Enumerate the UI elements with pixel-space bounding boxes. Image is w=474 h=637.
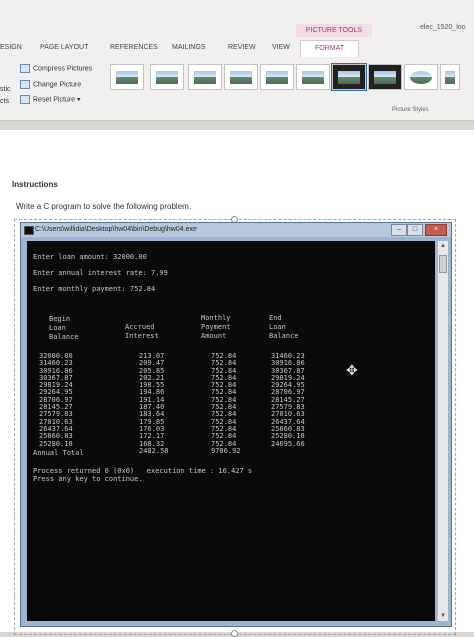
resize-handle[interactable]: [231, 630, 238, 637]
compress-icon: [20, 64, 30, 73]
ribbon-tabs: ESIGN PAGE LAYOUT REFERENCES MAILINGS RE…: [0, 40, 474, 57]
table-cell: 25280.18: [39, 439, 73, 448]
gallery-scroll[interactable]: [440, 64, 460, 90]
annual-total-payment: 9786.92: [211, 447, 241, 455]
end-balance-column: 31460.23 30916.86 30367.87 29819.24 29264.95…: [271, 352, 305, 448]
picture-style-thumbnail[interactable]: [188, 64, 222, 90]
maximize-button[interactable]: □: [407, 224, 423, 236]
header-end-balance: End Loan Balance: [269, 314, 299, 340]
picture-style-thumbnail[interactable]: [296, 64, 330, 90]
picture-styles-label: Picture Styles: [392, 107, 429, 113]
change-picture-label: Change Picture: [33, 81, 82, 89]
reset-picture-button[interactable]: Reset Picture ▾: [20, 95, 81, 104]
picture-style-thumbnail[interactable]: [404, 64, 438, 90]
minimize-button[interactable]: –: [391, 224, 407, 236]
instructions-heading: Instructions: [12, 180, 58, 189]
prompt-monthly-payment: Enter monthly payment: 752.84: [33, 285, 156, 293]
console-scrollbar[interactable]: ▲ ▼: [437, 241, 448, 621]
console-title: C:\Users\willidia\Desktop\hw04\bin\Debug…: [35, 226, 197, 233]
close-button[interactable]: ×: [425, 224, 447, 236]
task-text: Write a C program to solve the following…: [16, 202, 192, 211]
compress-pictures-label: Compress Pictures: [33, 65, 93, 73]
picture-styles-gallery: [106, 63, 462, 96]
change-picture-icon: [20, 80, 30, 89]
header-accrued-interest: Accrued Interest: [125, 323, 159, 340]
scroll-up-icon[interactable]: ▲: [438, 241, 448, 251]
console-app-icon: [24, 226, 34, 235]
header-monthly-payment: Monthly Payment Amount: [201, 314, 231, 340]
console-titlebar: C:\Users\willidia\Desktop\hw04\bin\Debug…: [21, 223, 451, 237]
annual-total-label: Annual Total: [33, 449, 84, 457]
console-output: Enter loan amount: 32000.00 Enter annual…: [27, 241, 435, 621]
picture-style-thumbnail[interactable]: [368, 64, 402, 90]
picture-style-thumbnail[interactable]: [110, 64, 144, 90]
console-window: C:\Users\willidia\Desktop\hw04\bin\Debug…: [20, 222, 452, 627]
mouse-cursor-icon: ✥: [346, 362, 358, 378]
document-page: Instructions Write a C program to solve …: [0, 130, 474, 637]
reset-picture-icon: [20, 95, 30, 104]
picture-style-thumbnail[interactable]: [260, 64, 294, 90]
tab-view[interactable]: VIEW: [272, 40, 290, 56]
tab-page-layout[interactable]: PAGE LAYOUT: [40, 40, 88, 56]
picture-style-thumbnail[interactable]: [150, 64, 184, 90]
tab-references[interactable]: REFERENCES: [110, 40, 158, 56]
picture-style-thumbnail[interactable]: [224, 64, 258, 90]
adjust-group: stic cts Compress Pictures Change Pictur…: [0, 60, 105, 112]
header-begin-balance: Begin Loan Balance: [49, 315, 79, 341]
annual-total-interest: 2482.58: [139, 447, 169, 455]
ribbon: PICTURE TOOLS elec_1520_loo ESIGN PAGE L…: [0, 0, 474, 121]
picture-style-thumbnail[interactable]: [331, 63, 367, 91]
reset-picture-label: Reset Picture: [33, 96, 76, 104]
change-picture-button[interactable]: Change Picture: [20, 80, 81, 89]
accrued-interest-column: 213.07 209.47 205.85 202.21 198.55 194.86 191.…: [139, 352, 164, 448]
compress-pictures-button[interactable]: Compress Pictures: [20, 64, 92, 73]
tab-review[interactable]: REVIEW: [228, 40, 256, 56]
picture-tools-label: PICTURE TOOLS: [296, 24, 372, 37]
scroll-down-icon[interactable]: ▼: [438, 611, 448, 621]
cut-off-label: cts: [0, 98, 9, 105]
document-title: elec_1520_loo: [420, 24, 466, 31]
monthly-payment-column: 752.84 752.84 752.84 752.84 752.84 752.84 752.…: [211, 352, 236, 448]
chevron-down-icon: ▾: [75, 96, 81, 104]
begin-balance-column: 32000.00 31460.23 30916.86 30367.87 29819.24…: [39, 352, 73, 448]
prompt-interest-rate: Enter annual interest rate: 7.99: [33, 269, 168, 277]
tab-mailings[interactable]: MAILINGS: [172, 40, 205, 56]
cut-off-label: stic: [0, 86, 11, 93]
scrollbar-thumb[interactable]: [439, 255, 447, 273]
prompt-loan-amount: Enter loan amount: 32000.00: [33, 253, 147, 261]
tab-format[interactable]: FORMAT: [300, 40, 360, 57]
tab-design[interactable]: ESIGN: [0, 40, 22, 56]
table-cell: 24695.66: [271, 439, 305, 448]
press-any-key-line: Press any key to continue.: [33, 475, 143, 483]
